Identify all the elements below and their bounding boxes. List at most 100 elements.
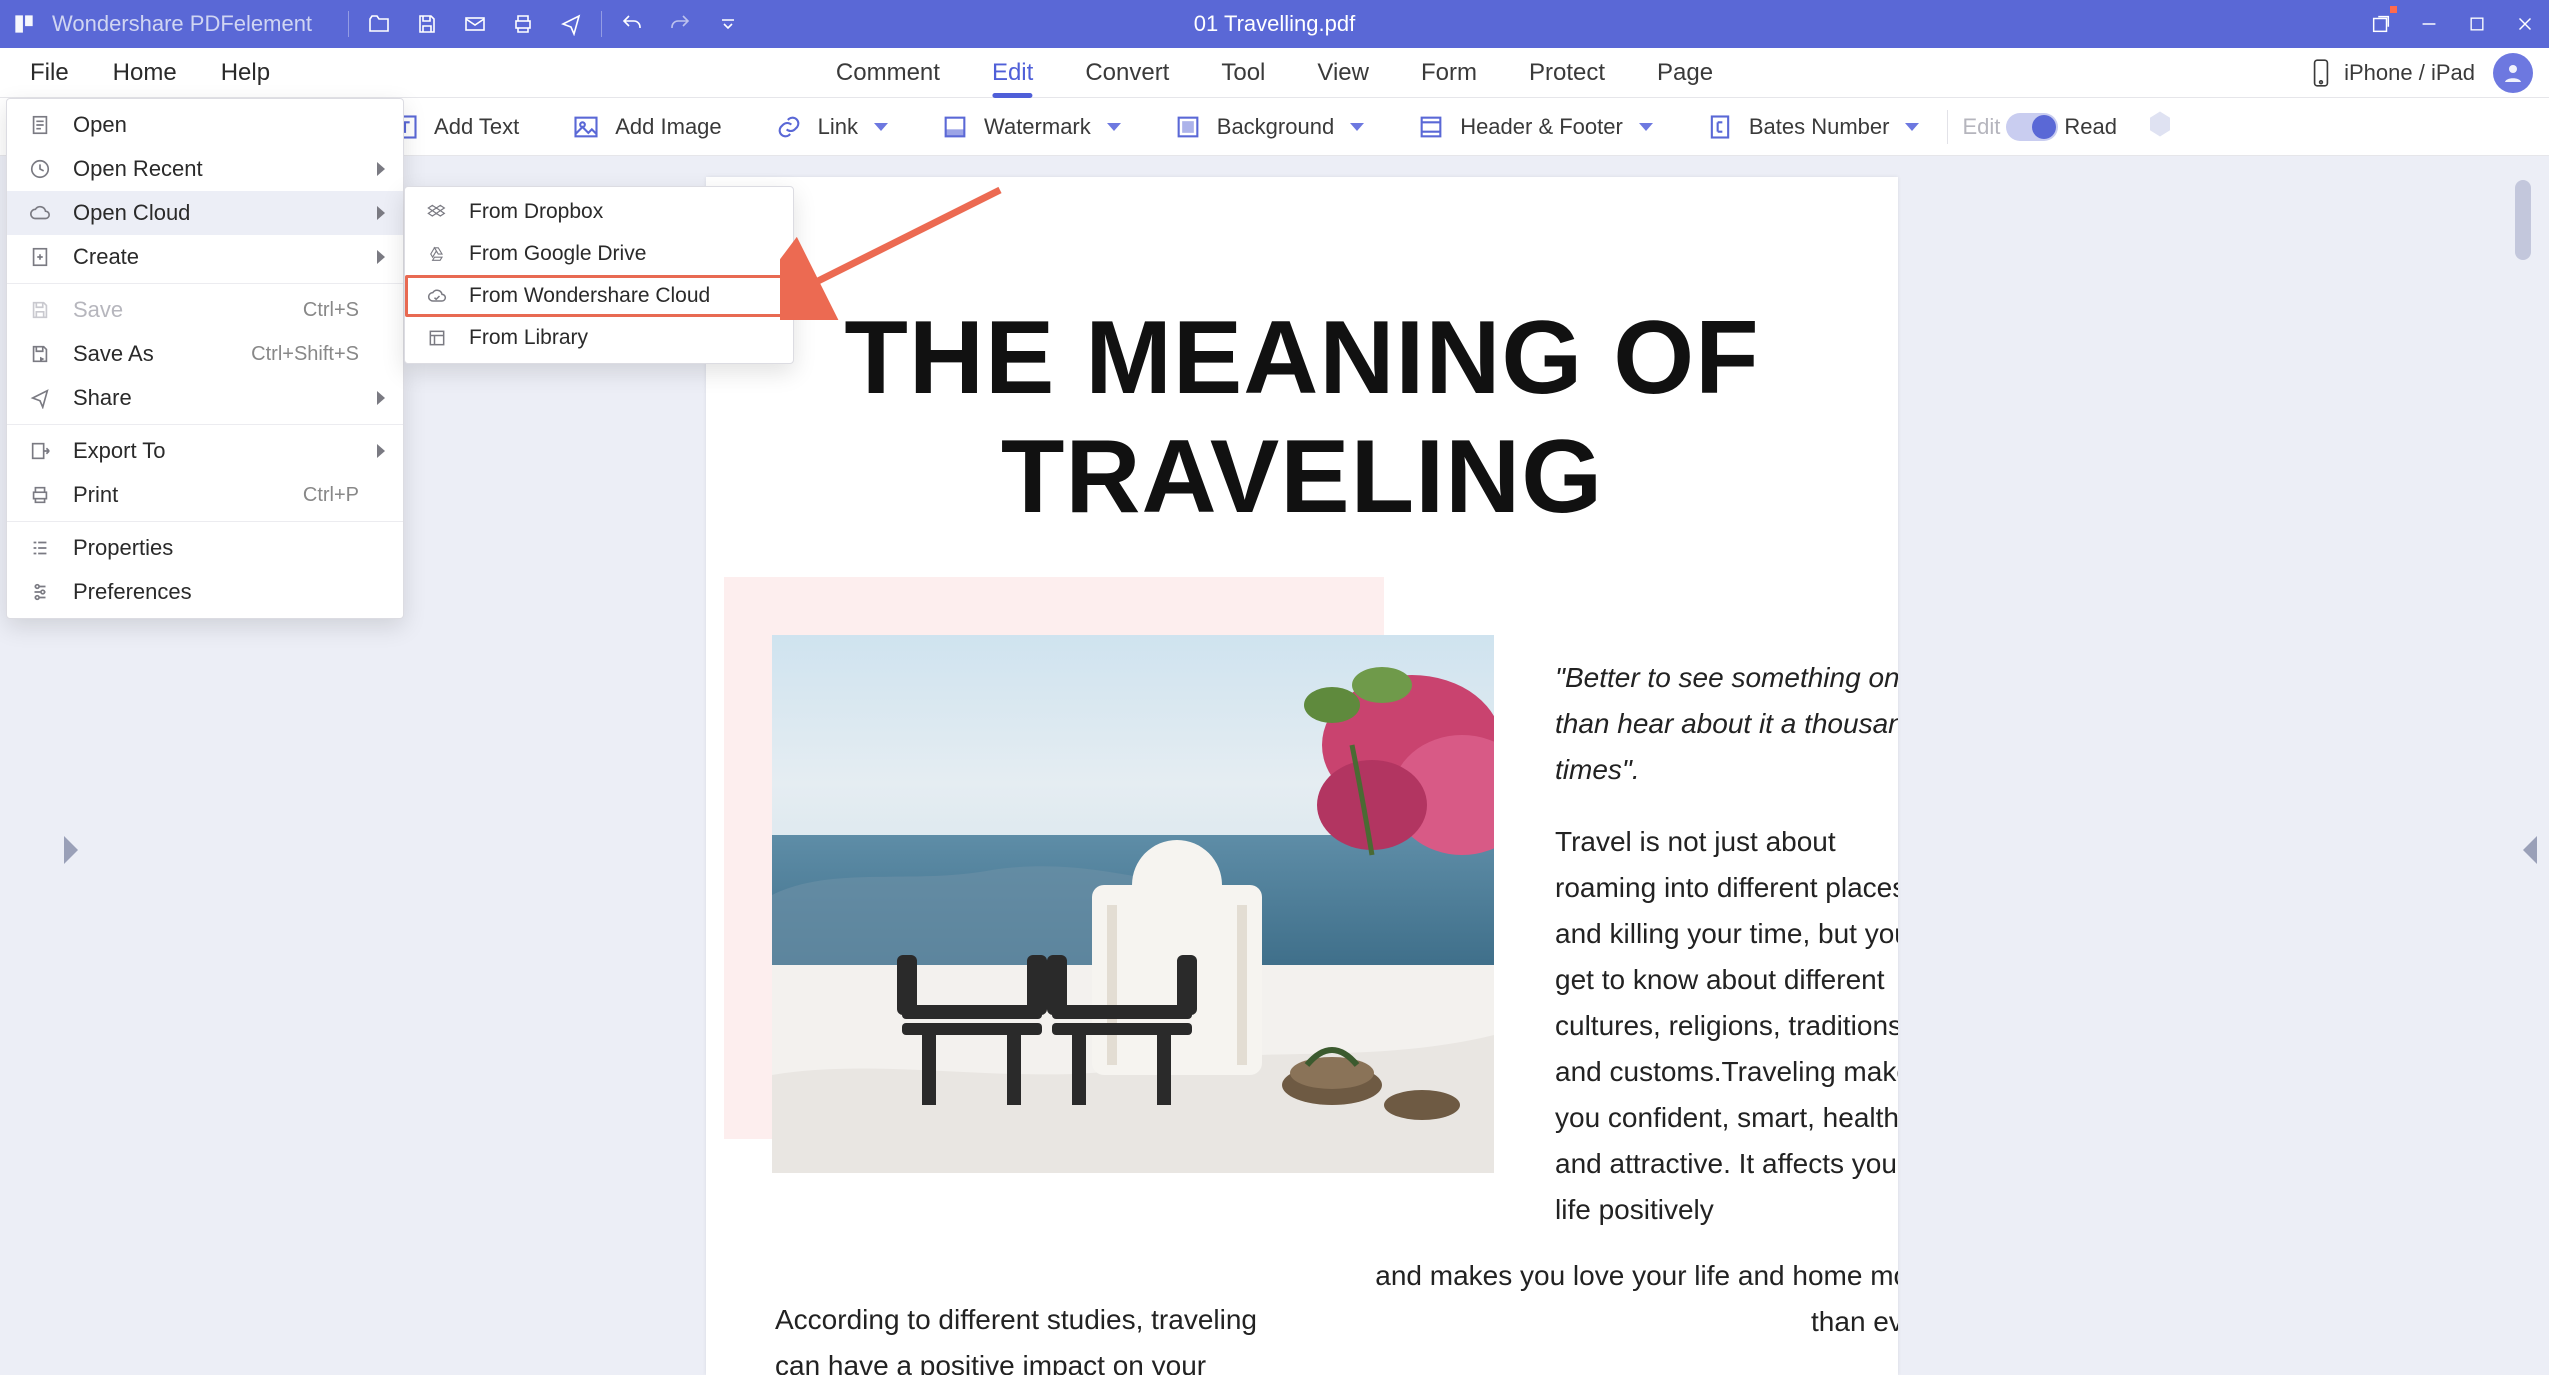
bates-icon bbox=[1703, 110, 1737, 144]
popout-icon[interactable] bbox=[2357, 0, 2405, 48]
tool-background[interactable]: Background bbox=[1157, 98, 1378, 156]
left-panel-toggle-icon[interactable] bbox=[64, 836, 78, 864]
menu-file[interactable]: File bbox=[8, 48, 91, 98]
chevron-right-icon bbox=[377, 444, 385, 458]
menu-divider bbox=[7, 521, 403, 522]
mail-icon[interactable] bbox=[451, 0, 499, 48]
user-avatar-icon[interactable] bbox=[2493, 53, 2533, 93]
file-menu-export-to[interactable]: Export To bbox=[7, 429, 403, 473]
title-bar: Wondershare PDFelement 01 Travelling.pdf bbox=[0, 0, 2549, 48]
properties-icon bbox=[25, 533, 55, 563]
tab-page[interactable]: Page bbox=[1631, 48, 1739, 98]
share-icon bbox=[25, 383, 55, 413]
submenu-dropbox[interactable]: From Dropbox bbox=[405, 191, 793, 233]
mode-edit-label: Edit bbox=[1962, 114, 2000, 140]
wscloud-icon bbox=[423, 282, 451, 310]
dropbox-icon bbox=[423, 198, 451, 226]
export-to-icon bbox=[25, 436, 55, 466]
minimize-button[interactable] bbox=[2405, 0, 2453, 48]
menu-bar: FileHomeHelp CommentEditConvertToolViewF… bbox=[0, 48, 2549, 98]
menu-divider bbox=[7, 283, 403, 284]
right-panel-toggle-icon[interactable] bbox=[2523, 836, 2537, 864]
tab-edit[interactable]: Edit bbox=[966, 48, 1059, 98]
file-menu-save: SaveCtrl+S bbox=[7, 288, 403, 332]
page-quote: "Better to see something once than hear … bbox=[1555, 655, 1898, 793]
open-recent-icon bbox=[25, 154, 55, 184]
tab-comment[interactable]: Comment bbox=[810, 48, 966, 98]
open-cloud-submenu: From DropboxFrom Google DriveFrom Wonder… bbox=[404, 186, 794, 364]
shortcut-label: Ctrl+P bbox=[303, 484, 359, 507]
file-menu-share[interactable]: Share bbox=[7, 376, 403, 420]
chevron-right-icon bbox=[377, 162, 385, 176]
page-headline: THE MEANING OF TRAVELING bbox=[706, 299, 1898, 537]
file-menu-properties[interactable]: Properties bbox=[7, 526, 403, 570]
tab-protect[interactable]: Protect bbox=[1503, 48, 1631, 98]
file-menu-print[interactable]: PrintCtrl+P bbox=[7, 473, 403, 517]
file-menu-open[interactable]: Open bbox=[7, 103, 403, 147]
save-as-icon bbox=[25, 339, 55, 369]
submenu-gdrive[interactable]: From Google Drive bbox=[405, 233, 793, 275]
quick-access-dropdown-icon[interactable] bbox=[704, 0, 752, 48]
submenu-wscloud[interactable]: From Wondershare Cloud bbox=[405, 275, 793, 317]
file-menu-create[interactable]: Create bbox=[7, 235, 403, 279]
watermark-icon bbox=[938, 110, 972, 144]
save-icon[interactable] bbox=[403, 0, 451, 48]
settings-gear-icon[interactable] bbox=[2145, 109, 2175, 144]
print-icon bbox=[25, 480, 55, 510]
submenu-library[interactable]: From Library bbox=[405, 317, 793, 359]
separator bbox=[348, 11, 349, 37]
save-icon bbox=[25, 295, 55, 325]
undo-icon[interactable] bbox=[608, 0, 656, 48]
tool-link[interactable]: Link bbox=[758, 98, 902, 156]
tab-form[interactable]: Form bbox=[1395, 48, 1503, 98]
file-menu-save-as[interactable]: Save AsCtrl+Shift+S bbox=[7, 332, 403, 376]
separator bbox=[601, 11, 602, 37]
iphone-ipad-button[interactable]: iPhone / iPad bbox=[2310, 58, 2475, 88]
chevron-down-icon bbox=[1905, 123, 1919, 131]
edit-read-toggle[interactable] bbox=[2006, 113, 2058, 141]
chevron-right-icon bbox=[377, 391, 385, 405]
close-button[interactable] bbox=[2501, 0, 2549, 48]
library-icon bbox=[423, 324, 451, 352]
maximize-button[interactable] bbox=[2453, 0, 2501, 48]
tool-add-image[interactable]: Add Image bbox=[555, 98, 735, 156]
share-icon[interactable] bbox=[547, 0, 595, 48]
open-file-icon[interactable] bbox=[355, 0, 403, 48]
shortcut-label: Ctrl+S bbox=[303, 299, 359, 322]
scrollbar-thumb[interactable] bbox=[2515, 180, 2531, 260]
chevron-down-icon bbox=[874, 123, 888, 131]
redo-icon[interactable] bbox=[656, 0, 704, 48]
chevron-right-icon bbox=[377, 250, 385, 264]
file-menu-preferences[interactable]: Preferences bbox=[7, 570, 403, 614]
tool-header-footer[interactable]: Header & Footer bbox=[1400, 98, 1667, 156]
open-icon bbox=[25, 110, 55, 140]
gdrive-icon bbox=[423, 240, 451, 268]
chevron-down-icon bbox=[1350, 123, 1364, 131]
tab-convert[interactable]: Convert bbox=[1059, 48, 1195, 98]
shortcut-label: Ctrl+Shift+S bbox=[251, 343, 359, 366]
app-logo-icon bbox=[0, 0, 48, 48]
preferences-icon bbox=[25, 577, 55, 607]
open-cloud-icon bbox=[25, 198, 55, 228]
file-menu-open-cloud[interactable]: Open Cloud bbox=[7, 191, 403, 235]
header-footer-icon bbox=[1414, 110, 1448, 144]
mode-read-label: Read bbox=[2064, 114, 2117, 140]
tool-watermark[interactable]: Watermark bbox=[924, 98, 1135, 156]
background-icon bbox=[1171, 110, 1205, 144]
print-icon[interactable] bbox=[499, 0, 547, 48]
file-menu-open-recent[interactable]: Open Recent bbox=[7, 147, 403, 191]
page-paragraph: and makes you love your life and home mo… bbox=[1328, 1253, 1898, 1345]
chevron-down-icon bbox=[1639, 123, 1653, 131]
tab-view[interactable]: View bbox=[1291, 48, 1395, 98]
page-paragraph: According to different studies, travelin… bbox=[775, 1297, 1265, 1375]
file-menu-dropdown: OpenOpen RecentOpen CloudCreate SaveCtrl+… bbox=[6, 98, 404, 619]
page-photo bbox=[772, 635, 1494, 1173]
separator bbox=[1947, 110, 1948, 144]
add-image-icon bbox=[569, 110, 603, 144]
iphone-ipad-label: iPhone / iPad bbox=[2344, 60, 2475, 86]
menu-help[interactable]: Help bbox=[199, 48, 292, 98]
tab-tool[interactable]: Tool bbox=[1195, 48, 1291, 98]
chevron-down-icon bbox=[1107, 123, 1121, 131]
tool-bates[interactable]: Bates Number bbox=[1689, 98, 1934, 156]
menu-home[interactable]: Home bbox=[91, 48, 199, 98]
